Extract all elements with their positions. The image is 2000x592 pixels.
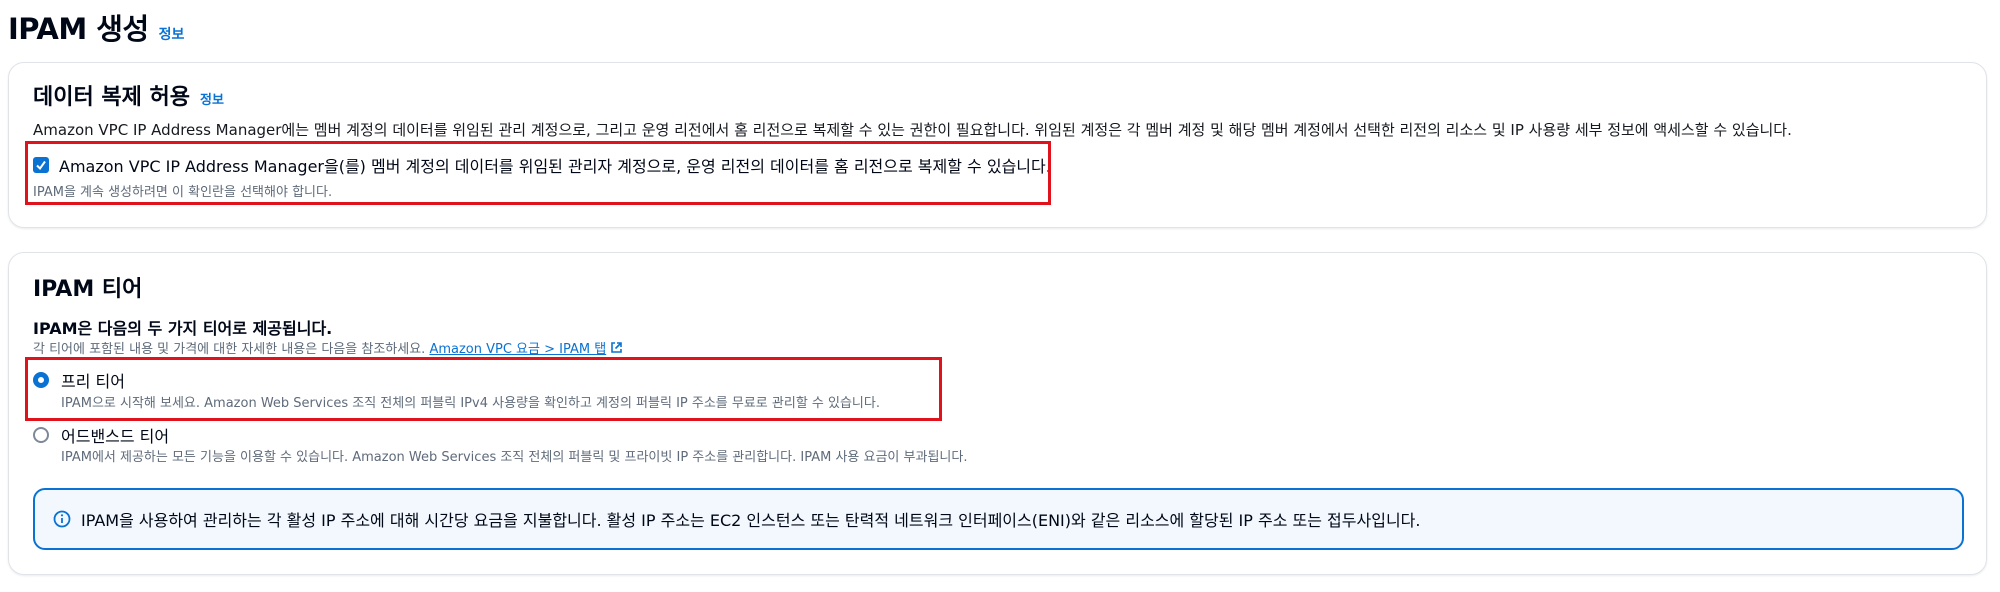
replication-title: 데이터 복제 허용 [33, 85, 190, 110]
tier-container: IPAM 티어 IPAM은 다음의 두 가지 티어로 제공됩니다. 각 티어에 … [8, 252, 1987, 575]
tier-header: IPAM 티어 [33, 271, 142, 303]
replication-checkbox-label[interactable]: Amazon VPC IP Address Manager을(를) 멤버 계정의… [59, 153, 1051, 177]
tier-option-free-description: IPAM으로 시작해 보세요. Amazon Web Services 조직 전… [61, 396, 880, 411]
replication-info-link[interactable]: 정보 [200, 89, 224, 108]
tier-radio-free[interactable] [33, 372, 49, 388]
replication-header: 데이터 복제 허용 정보 [33, 79, 224, 111]
replication-description: Amazon VPC IP Address Manager에는 멤버 계정의 데… [33, 121, 1792, 139]
replication-checkbox-row[interactable]: Amazon VPC IP Address Manager을(를) 멤버 계정의… [33, 153, 1051, 177]
tier-option-free-label[interactable]: 프리 티어 [61, 368, 125, 392]
page: IPAM 생성 정보 데이터 복제 허용 정보 Amazon VPC IP Ad… [0, 0, 2000, 592]
pricing-info-alert: IPAM을 사용하여 관리하는 각 활성 IP 주소에 대해 시간당 요금을 지… [33, 488, 1964, 550]
replication-checkbox-hint: IPAM을 계속 생성하려면 이 확인란을 선택해야 합니다. [33, 185, 333, 200]
replication-container: 데이터 복제 허용 정보 Amazon VPC IP Address Manag… [8, 62, 1987, 228]
page-header: IPAM 생성 정보 [8, 6, 184, 46]
tier-option-free[interactable]: 프리 티어 [33, 368, 125, 392]
tier-option-advanced[interactable]: 어드밴스드 티어 [33, 423, 169, 447]
tier-pricing-line: 각 티어에 포함된 내용 및 가격에 대한 자세한 내용은 다음을 참조하세요.… [33, 338, 623, 357]
tier-option-advanced-label[interactable]: 어드밴스드 티어 [61, 423, 169, 447]
pricing-info-alert-text: IPAM을 사용하여 관리하는 각 활성 IP 주소에 대해 시간당 요금을 지… [81, 511, 1421, 530]
tier-pricing-link[interactable]: Amazon VPC 요금 > IPAM 탭 [429, 342, 606, 357]
replication-checkbox[interactable] [33, 157, 49, 173]
tier-pricing-prefix: 각 티어에 포함된 내용 및 가격에 대한 자세한 내용은 다음을 참조하세요. [33, 342, 426, 357]
highlight-box-free-tier [25, 357, 942, 421]
info-icon [53, 510, 71, 528]
page-title: IPAM 생성 [8, 12, 149, 46]
tier-title: IPAM 티어 [33, 277, 143, 302]
external-link-icon[interactable] [610, 341, 623, 354]
tier-subheading: IPAM은 다음의 두 가지 티어로 제공됩니다. [33, 319, 333, 338]
tier-radio-advanced[interactable] [33, 427, 49, 443]
checkmark-icon [36, 160, 46, 171]
tier-option-advanced-description: IPAM에서 제공하는 모든 기능을 이용할 수 있습니다. Amazon We… [61, 450, 968, 465]
header-info-link[interactable]: 정보 [159, 24, 185, 44]
